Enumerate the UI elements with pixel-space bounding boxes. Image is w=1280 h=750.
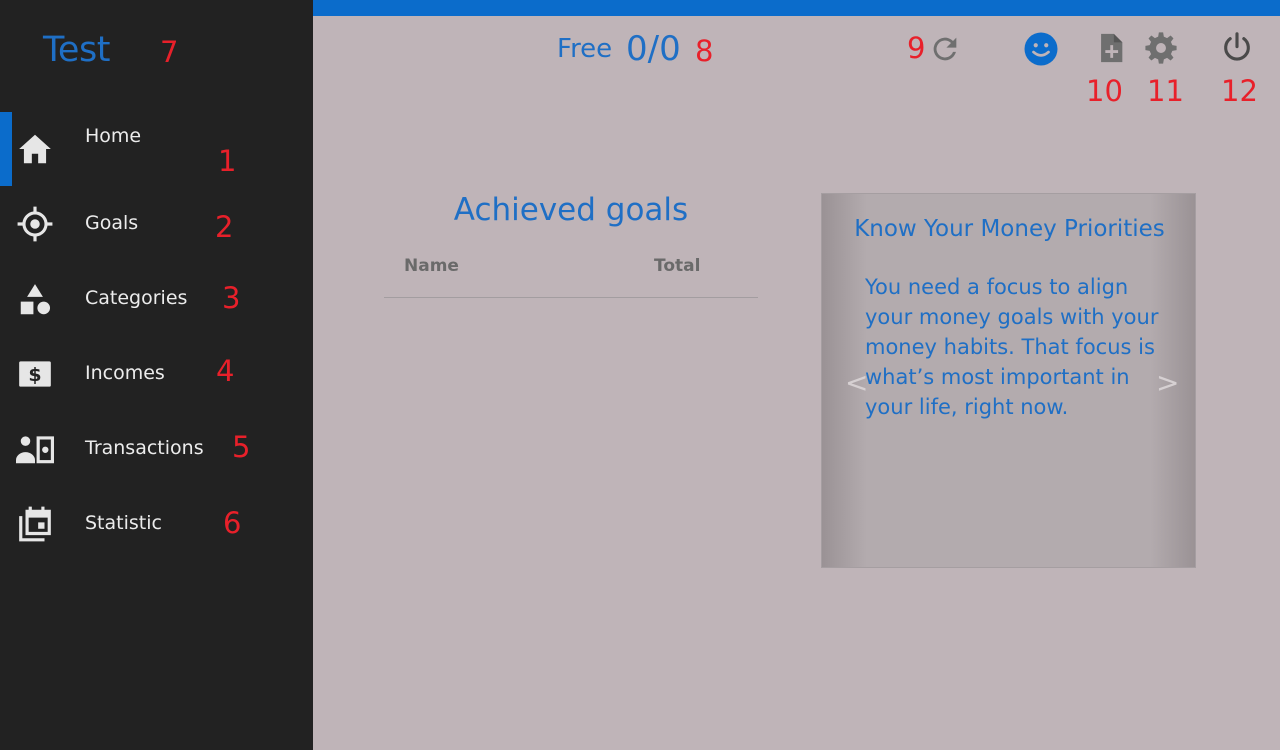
annotation-label: 9 bbox=[907, 31, 926, 65]
settings-icon[interactable] bbox=[1144, 31, 1178, 65]
sidebar-item-categories[interactable]: Categories bbox=[0, 262, 313, 336]
card-title: Know Your Money Priorities bbox=[854, 216, 1165, 242]
sidebar-item-label: Incomes bbox=[85, 362, 165, 384]
plan-count: 0/0 bbox=[626, 29, 681, 69]
top-accent-bar bbox=[313, 0, 1280, 16]
sidebar-item-transactions[interactable]: Transactions bbox=[0, 412, 313, 486]
annotation-label: 12 bbox=[1221, 74, 1258, 108]
sidebar-item-statistic[interactable]: Statistic bbox=[0, 487, 313, 561]
power-icon[interactable] bbox=[1220, 31, 1254, 65]
sidebar-item-label: Goals bbox=[85, 212, 139, 234]
annotation-label: 3 bbox=[222, 281, 241, 315]
shapes-icon bbox=[16, 281, 54, 319]
sidebar-item-label: Statistic bbox=[85, 512, 162, 534]
app-title: Test bbox=[43, 30, 110, 70]
annotation-label: 10 bbox=[1086, 74, 1123, 108]
column-header-name[interactable]: Name bbox=[404, 256, 459, 276]
tip-carousel-card: Know Your Money Priorities You need a fo… bbox=[821, 193, 1196, 568]
svg-text:$: $ bbox=[28, 364, 41, 386]
sidebar-item-home[interactable]: Home bbox=[0, 112, 313, 186]
active-indicator bbox=[0, 112, 12, 186]
refresh-icon[interactable] bbox=[928, 32, 962, 66]
section-title: Achieved goals bbox=[453, 192, 689, 228]
annotation-label: 7 bbox=[160, 35, 179, 69]
annotation-label: 1 bbox=[218, 144, 237, 178]
add-document-icon[interactable] bbox=[1094, 31, 1128, 65]
calendar-icon bbox=[16, 505, 54, 543]
annotation-label: 4 bbox=[216, 354, 235, 388]
annotation-label: 5 bbox=[232, 430, 251, 464]
sidebar: Test Home Goals Categories $ Incomes Tra… bbox=[0, 0, 313, 750]
card-body: You need a focus to align your money goa… bbox=[865, 275, 1159, 419]
column-header-total[interactable]: Total bbox=[654, 256, 700, 276]
sidebar-item-label: Categories bbox=[85, 287, 188, 309]
smiley-icon[interactable] bbox=[1023, 31, 1059, 67]
money-icon: $ bbox=[16, 355, 54, 393]
sidebar-item-label: Transactions bbox=[85, 437, 204, 459]
annotation-label: 8 bbox=[695, 34, 714, 68]
plan-label: Free bbox=[557, 34, 613, 64]
sidebar-item-label: Home bbox=[85, 125, 142, 147]
home-icon bbox=[16, 130, 54, 168]
crosshair-icon bbox=[16, 205, 54, 243]
carousel-next-button[interactable]: > bbox=[1156, 366, 1179, 399]
table-divider bbox=[384, 297, 758, 298]
annotation-label: 2 bbox=[215, 210, 234, 244]
annotation-label: 6 bbox=[223, 506, 242, 540]
carousel-prev-button[interactable]: < bbox=[845, 366, 868, 399]
annotation-label: 11 bbox=[1147, 74, 1184, 108]
sidebar-item-goals[interactable]: Goals bbox=[0, 187, 313, 261]
transactions-icon bbox=[16, 430, 54, 468]
sidebar-item-incomes[interactable]: $ Incomes bbox=[0, 337, 313, 411]
